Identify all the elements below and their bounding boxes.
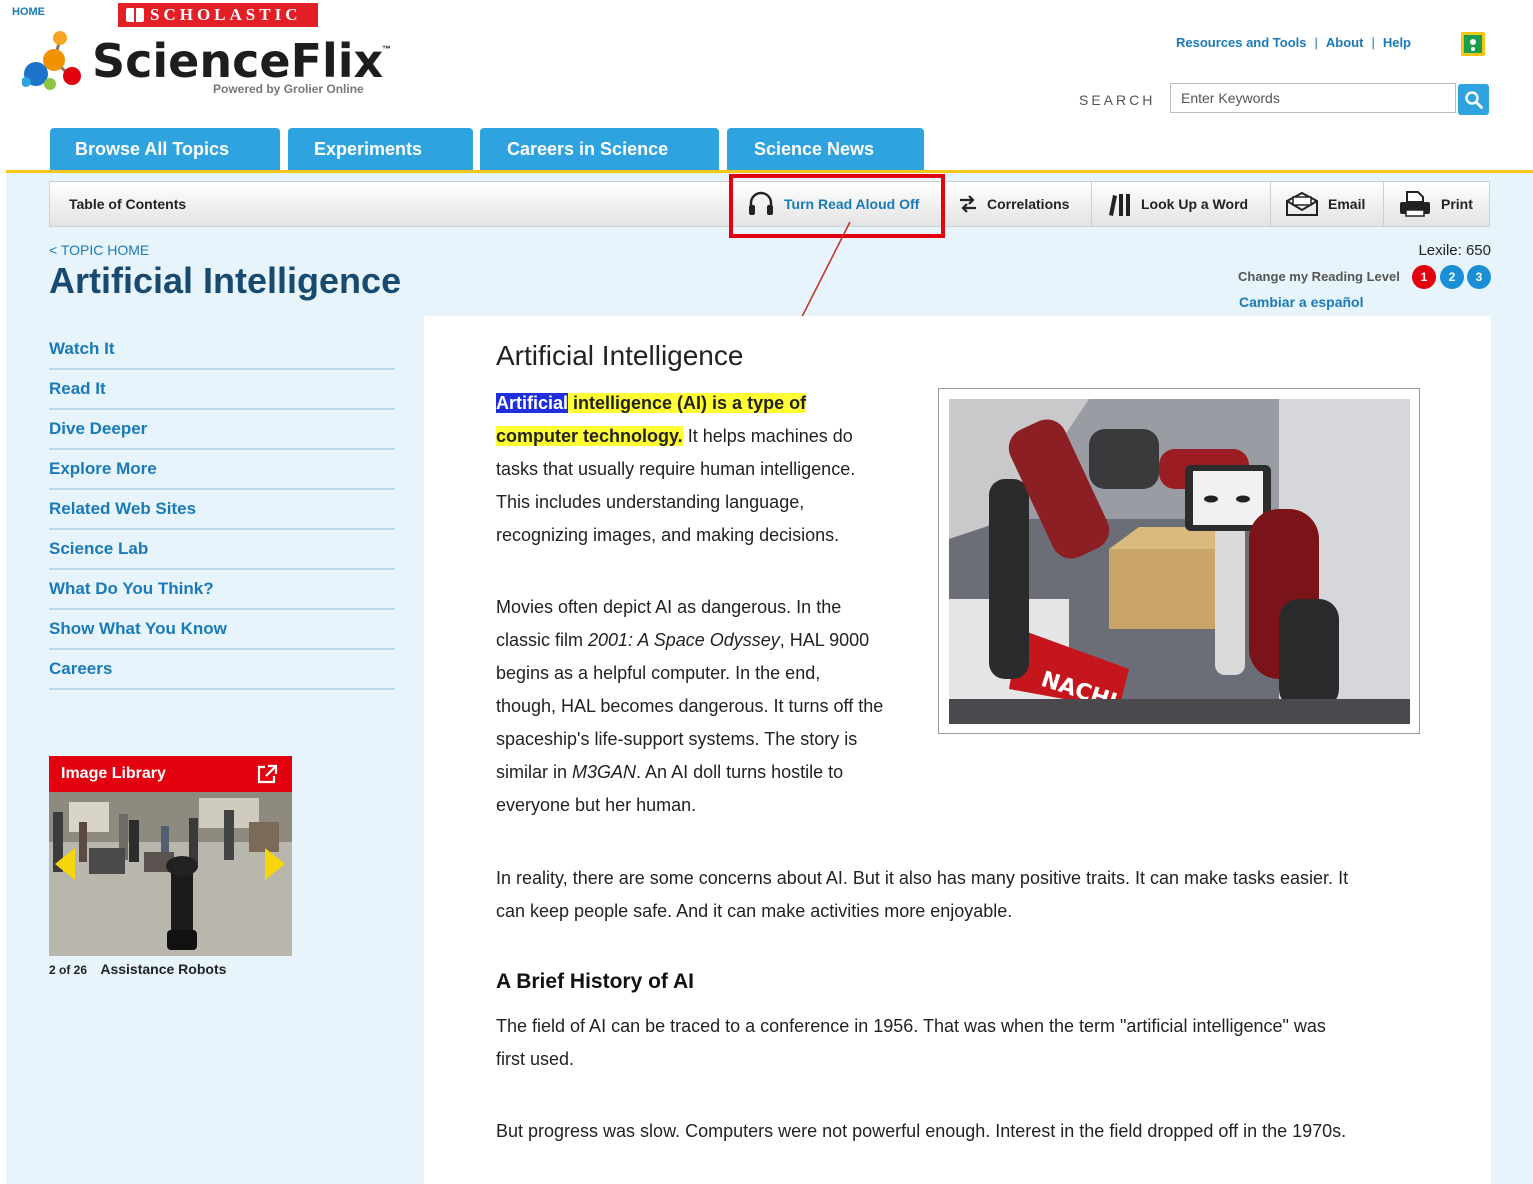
airport-robot-image: [49, 792, 292, 956]
envelope-icon: [1286, 191, 1318, 216]
resources-and-tools-link[interactable]: Resources and Tools: [1176, 35, 1307, 50]
reading-level-1-button[interactable]: 1: [1412, 265, 1436, 289]
home-link[interactable]: HOME: [12, 6, 45, 18]
text-line: , HAL 9000: [779, 630, 870, 650]
text-line: But progress was slow. Computers were no…: [496, 1121, 1347, 1141]
scholastic-logo[interactable]: SCHOLASTIC: [118, 3, 318, 27]
printer-icon: [1400, 191, 1430, 217]
side-nav-watch-it[interactable]: Watch It: [49, 330, 395, 370]
side-nav-explore-more[interactable]: Explore More: [49, 450, 395, 490]
text-line: . An AI doll turns hostile to: [636, 762, 844, 782]
text-line: recognizing images, and making decisions…: [496, 525, 840, 545]
text-line: tasks that usually require human intelli…: [496, 459, 856, 479]
article-paragraph-5: But progress was slow. Computers were no…: [496, 1115, 1346, 1148]
correlations-button[interactable]: Correlations: [943, 181, 1091, 227]
about-link[interactable]: About: [1326, 35, 1364, 50]
text-line: begins as a helpful computer. In the end…: [496, 663, 821, 683]
read-aloud-highlight: computer technology.: [496, 426, 683, 446]
page-title: Artificial Intelligence: [49, 260, 402, 301]
text-line: can keep people safe. And it can make ac…: [496, 901, 1013, 921]
print-label: Print: [1441, 196, 1473, 212]
utility-nav: Resources and Tools | About | Help: [1176, 35, 1411, 50]
search-label: SEARCH: [1079, 92, 1156, 108]
article-photo-frame[interactable]: NACHI: [938, 388, 1420, 734]
text-line: In reality, there are some concerns abou…: [496, 868, 1349, 888]
text-line: The field of AI can be traced to a confe…: [496, 1016, 1326, 1036]
side-nav-read-it[interactable]: Read It: [49, 370, 395, 410]
lexile-level: Lexile: 650: [1418, 242, 1491, 259]
article-paragraph-1: Artificial intelligence (AI) is a type o…: [496, 387, 855, 552]
side-nav-dive-deeper[interactable]: Dive Deeper: [49, 410, 395, 450]
image-library-caption: 2 of 26 Assistance Robots: [49, 961, 226, 977]
look-up-a-word-label: Look Up a Word: [1141, 196, 1249, 212]
side-nav-science-lab[interactable]: Science Lab: [49, 530, 395, 570]
read-aloud-highlight: intelligence (AI) is a type of: [568, 393, 807, 413]
tab-careers-in-science[interactable]: Careers in Science: [480, 128, 719, 170]
reading-level-2-button[interactable]: 2: [1440, 265, 1464, 289]
robot-photo-image: NACHI: [949, 399, 1410, 724]
tab-browse-all-topics[interactable]: Browse All Topics: [50, 128, 280, 170]
article-paragraph-2: Movies often depict AI as dangerous. In …: [496, 591, 883, 822]
table-of-contents-button[interactable]: Table of Contents: [69, 196, 186, 212]
external-link-icon[interactable]: [256, 764, 278, 784]
text-line: classic film: [496, 630, 589, 650]
google-classroom-icon[interactable]: [1461, 32, 1485, 56]
search-button[interactable]: [1458, 84, 1489, 115]
text-line: though, HAL becomes dangerous. It turns …: [496, 696, 884, 716]
image-library-widget: Image Library: [49, 756, 292, 956]
side-nav: Watch It Read It Dive Deeper Explore Mor…: [49, 330, 395, 690]
article-photo: NACHI: [949, 399, 1410, 724]
side-nav-careers[interactable]: Careers: [49, 650, 395, 690]
help-link[interactable]: Help: [1383, 35, 1411, 50]
side-nav-show-what-you-know[interactable]: Show What You Know: [49, 610, 395, 650]
article-title: Artificial Intelligence: [496, 340, 744, 371]
topic-home-link[interactable]: < TOPIC HOME: [49, 242, 149, 258]
scienceflix-tagline: Powered by Grolier Online: [213, 82, 364, 96]
section-heading: A Brief History of AI: [496, 970, 694, 993]
books-icon: [1109, 194, 1130, 216]
side-nav-related-web-sites[interactable]: Related Web Sites: [49, 490, 395, 530]
scholastic-logo-text: SCHOLASTIC: [150, 5, 302, 24]
look-up-a-word-button[interactable]: Look Up a Word: [1091, 181, 1270, 227]
scienceflix-wordmark: ScienceFlix: [92, 34, 384, 88]
image-caption: Assistance Robots: [100, 961, 227, 977]
article-paragraph-3: In reality, there are some concerns abou…: [496, 862, 1348, 928]
text-line: everyone but her human.: [496, 795, 697, 815]
spanish-language-link[interactable]: Cambiar a español: [1239, 294, 1364, 310]
reading-level-3-button[interactable]: 3: [1467, 265, 1491, 289]
swap-arrows-icon: [960, 195, 976, 213]
text-line: first used.: [496, 1049, 575, 1069]
text-line: It helps machines do: [682, 426, 853, 446]
email-label: Email: [1328, 196, 1366, 212]
image-library-title: Image Library: [61, 765, 166, 782]
text-line: This includes understanding language,: [496, 492, 805, 512]
email-button[interactable]: Email: [1270, 181, 1383, 227]
film-title: 2001: A Space Odyssey: [588, 630, 780, 650]
separator: |: [1371, 35, 1375, 50]
article-paragraph-4: The field of AI can be traced to a confe…: [496, 1010, 1326, 1076]
book-icon: [126, 8, 144, 22]
read-aloud-current-word: Artificial: [496, 393, 569, 413]
image-counter: 2 of 26: [49, 963, 88, 977]
scienceflix-molecule-icon: [22, 31, 81, 90]
print-button[interactable]: Print: [1383, 181, 1490, 227]
text-line: similar in: [496, 762, 573, 782]
side-nav-what-do-you-think[interactable]: What Do You Think?: [49, 570, 395, 610]
tab-science-news[interactable]: Science News: [727, 128, 924, 170]
image-library-header[interactable]: Image Library: [49, 756, 292, 792]
separator: |: [1314, 35, 1318, 50]
scienceflix-logo[interactable]: ScienceFlix ™ Powered by Grolier Online: [22, 30, 402, 98]
tab-experiments[interactable]: Experiments: [288, 128, 473, 170]
image-library-photo[interactable]: [49, 792, 292, 956]
correlations-label: Correlations: [987, 196, 1070, 212]
text-line: spaceship's life-support systems. The st…: [496, 729, 858, 749]
trademark-mark: ™: [382, 44, 391, 54]
search-icon: [1464, 90, 1483, 109]
text-line: Movies often depict AI as dangerous. In …: [496, 597, 842, 617]
film-title: M3GAN: [572, 762, 637, 782]
search-input[interactable]: [1170, 83, 1456, 113]
reading-level-label: Change my Reading Level: [1238, 269, 1400, 284]
